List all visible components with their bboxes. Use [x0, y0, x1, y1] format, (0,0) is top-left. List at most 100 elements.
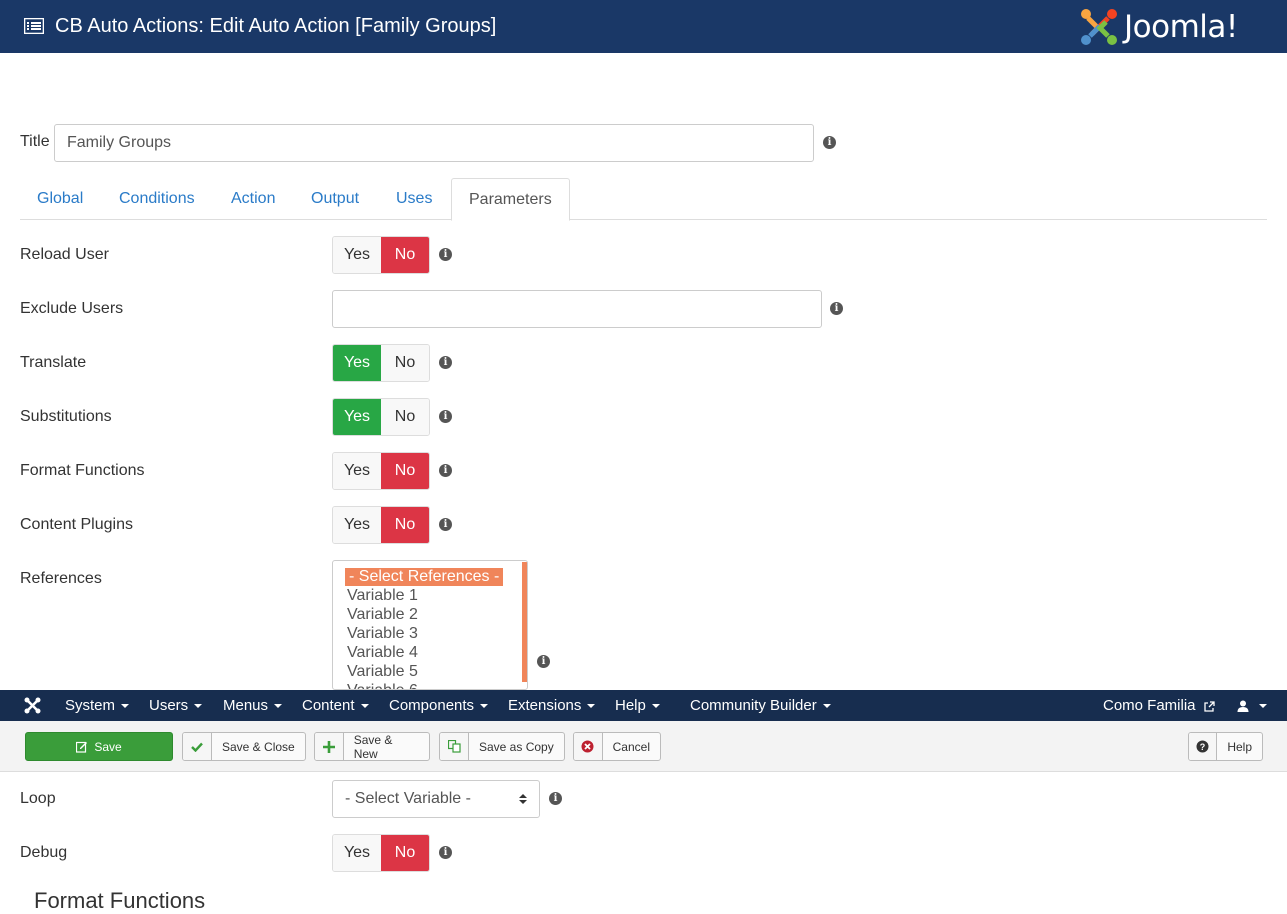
- caret-down-icon: [651, 704, 660, 709]
- loop-select[interactable]: - Select Variable -: [332, 780, 540, 818]
- info-icon[interactable]: i: [439, 410, 452, 423]
- references-option[interactable]: - Select References -: [345, 568, 504, 586]
- nav-components[interactable]: Components: [389, 690, 489, 721]
- info-icon[interactable]: i: [823, 136, 836, 149]
- info-icon[interactable]: i: [439, 356, 452, 369]
- save-close-button[interactable]: Save & Close: [182, 732, 306, 761]
- debug-no[interactable]: No: [381, 835, 429, 871]
- nav-help[interactable]: Help: [615, 690, 660, 721]
- nav-menus[interactable]: Menus: [223, 690, 283, 721]
- caret-down-icon: [822, 704, 831, 709]
- info-icon[interactable]: i: [549, 792, 562, 805]
- reload-user-label: Reload User: [20, 246, 109, 263]
- substitutions-label: Substitutions: [20, 408, 112, 425]
- debug-yes[interactable]: Yes: [333, 835, 381, 871]
- info-icon[interactable]: i: [439, 464, 452, 477]
- save-copy-label: Save as Copy: [479, 739, 554, 754]
- translate-yes[interactable]: Yes: [333, 345, 381, 381]
- title-input[interactable]: Family Groups: [54, 124, 814, 162]
- format-functions-label: Format Functions: [20, 462, 145, 479]
- save-new-button[interactable]: Save & New: [314, 732, 430, 761]
- info-icon[interactable]: i: [830, 302, 843, 315]
- nav-label: Content: [302, 697, 355, 714]
- references-multiselect[interactable]: - Select References - Variable 1 Variabl…: [332, 560, 528, 690]
- site-link[interactable]: Como Familia: [1103, 690, 1215, 721]
- format-functions-yes[interactable]: Yes: [333, 453, 381, 489]
- save-new-label: Save & New: [353, 732, 393, 761]
- translate-no[interactable]: No: [381, 345, 429, 381]
- references-option[interactable]: Variable 6: [347, 682, 418, 689]
- joomla-menu-icon[interactable]: [24, 697, 41, 714]
- tab-conditions[interactable]: Conditions: [102, 178, 212, 220]
- save-copy-button[interactable]: Save as Copy: [439, 732, 565, 761]
- caret-down-icon: [480, 704, 489, 709]
- references-option[interactable]: Variable 4: [347, 644, 418, 662]
- select-arrows-icon: [519, 794, 527, 804]
- format-functions-toggle: Yes No: [332, 452, 430, 490]
- format-functions-no[interactable]: No: [381, 453, 429, 489]
- admin-navbar: System Users Menus Content Components Ex…: [0, 690, 1287, 721]
- joomla-logo: Joomla!: [1080, 8, 1238, 46]
- tab-action[interactable]: Action: [214, 178, 292, 220]
- caret-down-icon: [1259, 704, 1267, 709]
- exclude-users-label: Exclude Users: [20, 300, 124, 317]
- copy-icon: [440, 733, 469, 760]
- info-icon[interactable]: i: [439, 518, 452, 531]
- reload-user-yes[interactable]: Yes: [333, 237, 381, 273]
- user-icon: [1237, 700, 1249, 713]
- question-icon: ?: [1189, 733, 1218, 760]
- save-label: Save: [94, 739, 122, 754]
- action-toolbar: Save Save & Close Save & New Save as Cop…: [0, 721, 1287, 772]
- caret-down-icon: [587, 704, 596, 709]
- references-label: References: [20, 570, 102, 587]
- nav-community-builder[interactable]: Community Builder: [690, 690, 831, 721]
- exclude-users-input[interactable]: [332, 290, 822, 328]
- nav-label: Components: [389, 697, 475, 714]
- site-link-label: Como Familia: [1103, 697, 1196, 714]
- info-icon[interactable]: i: [439, 248, 452, 261]
- references-option[interactable]: Variable 2: [347, 606, 418, 624]
- references-option[interactable]: Variable 3: [347, 625, 418, 643]
- content-plugins-no[interactable]: No: [381, 507, 429, 543]
- format-functions-heading: Format Functions: [34, 888, 206, 913]
- external-link-icon: [1204, 700, 1215, 712]
- content-plugins-label: Content Plugins: [20, 516, 133, 533]
- substitutions-yes[interactable]: Yes: [333, 399, 381, 435]
- nav-label: Help: [615, 697, 646, 714]
- cancel-icon: [574, 733, 603, 760]
- tab-uses[interactable]: Uses: [379, 178, 449, 220]
- references-option[interactable]: Variable 5: [347, 663, 418, 681]
- info-icon[interactable]: i: [537, 655, 550, 668]
- translate-toggle: Yes No: [332, 344, 430, 382]
- help-button[interactable]: ? Help: [1188, 732, 1263, 761]
- caret-down-icon: [121, 704, 130, 709]
- loop-label: Loop: [20, 790, 56, 807]
- nav-users[interactable]: Users: [149, 690, 203, 721]
- references-option[interactable]: Variable 1: [347, 587, 418, 605]
- substitutions-toggle: Yes No: [332, 398, 430, 436]
- caret-down-icon: [360, 704, 369, 709]
- info-icon[interactable]: i: [439, 846, 452, 859]
- save-button[interactable]: Save: [25, 732, 173, 761]
- scrollbar[interactable]: [522, 562, 527, 682]
- substitutions-no[interactable]: No: [381, 399, 429, 435]
- user-menu[interactable]: [1237, 690, 1267, 721]
- debug-label: Debug: [20, 844, 68, 861]
- tab-parameters[interactable]: Parameters: [451, 178, 570, 221]
- cancel-button[interactable]: Cancel: [573, 732, 661, 761]
- tab-output[interactable]: Output: [294, 178, 376, 220]
- nav-extensions[interactable]: Extensions: [508, 690, 596, 721]
- reload-user-no[interactable]: No: [381, 237, 429, 273]
- cancel-label: Cancel: [612, 739, 650, 754]
- debug-toggle: Yes No: [332, 834, 430, 872]
- content-plugins-toggle: Yes No: [332, 506, 430, 544]
- reload-user-toggle: Yes No: [332, 236, 430, 274]
- tab-global[interactable]: Global: [20, 178, 100, 220]
- nav-content[interactable]: Content: [302, 690, 369, 721]
- nav-system[interactable]: System: [65, 690, 130, 721]
- svg-text:?: ?: [1200, 742, 1206, 752]
- nav-label: System: [65, 697, 116, 714]
- content-plugins-yes[interactable]: Yes: [333, 507, 381, 543]
- plus-icon: [315, 733, 344, 760]
- nav-label: Extensions: [508, 697, 582, 714]
